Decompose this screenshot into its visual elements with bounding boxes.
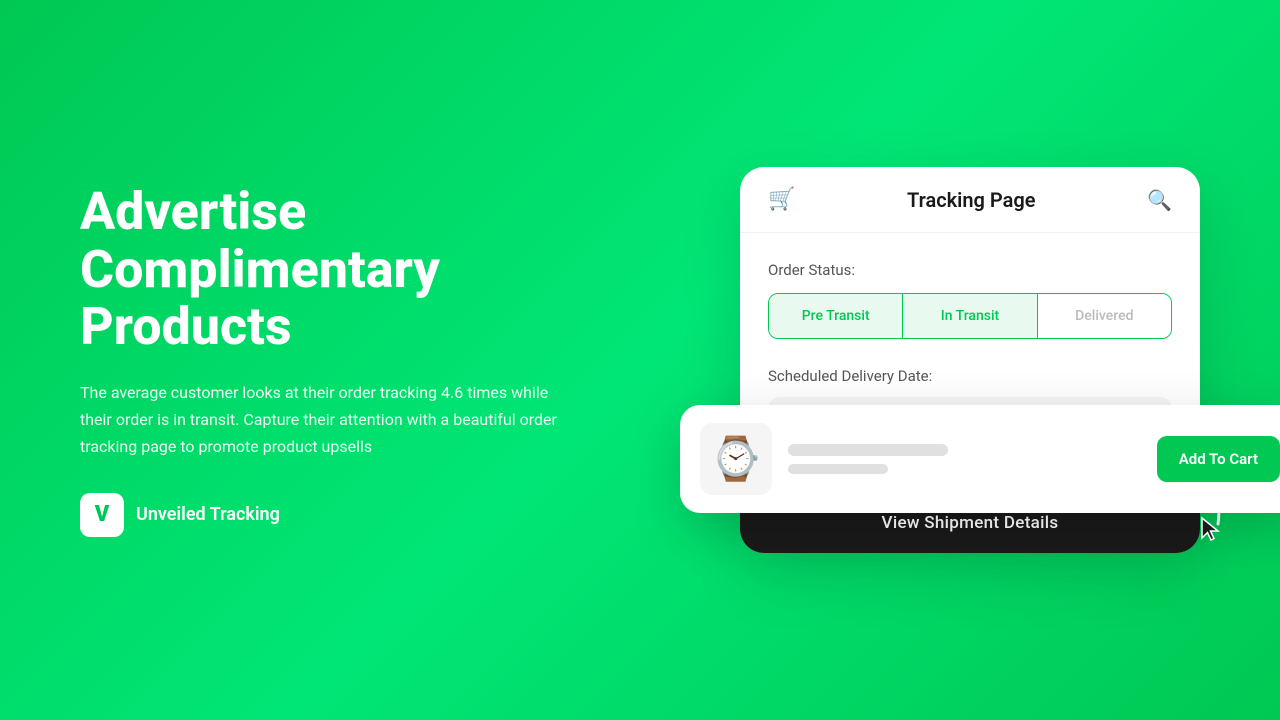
cart-icon: 🛒 [768, 187, 795, 212]
search-icon[interactable]: 🔍 [1147, 188, 1172, 212]
step-pre-transit[interactable]: Pre Transit [769, 294, 903, 338]
add-to-cart-button[interactable]: Add To Cart [1157, 436, 1280, 482]
product-info [788, 444, 1141, 474]
right-section: 🛒 Tracking Page 🔍 Order Status: Pre Tran… [700, 127, 1280, 593]
left-section: Advertise Complimentary Products The ave… [0, 123, 700, 596]
brand-logo: V [80, 493, 124, 537]
card-title: Tracking Page [907, 188, 1036, 212]
brand-badge: V Unveiled Tracking [80, 493, 640, 537]
card-header: 🛒 Tracking Page 🔍 [740, 167, 1200, 233]
upsell-card: ⌚ Add To Cart [680, 405, 1280, 513]
brand-name: Unveiled Tracking [136, 504, 280, 525]
product-image: ⌚ [700, 423, 772, 495]
delivery-date-label: Scheduled Delivery Date: [768, 367, 1172, 385]
step-delivered[interactable]: Delivered [1038, 294, 1171, 338]
step-in-transit[interactable]: In Transit [903, 294, 1037, 338]
order-status-label: Order Status: [768, 261, 1172, 279]
headline: Advertise Complimentary Products [80, 183, 640, 355]
product-name-placeholder [788, 444, 948, 456]
cursor-pointer [1200, 516, 1222, 551]
product-price-placeholder [788, 464, 888, 474]
status-steps: Pre Transit In Transit Delivered [768, 293, 1172, 339]
description: The average customer looks at their orde… [80, 379, 560, 461]
